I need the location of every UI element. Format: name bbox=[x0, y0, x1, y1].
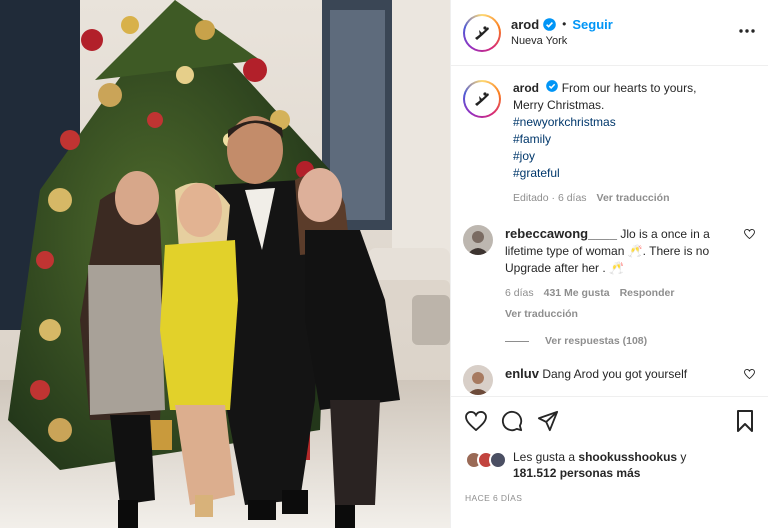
comment-icon[interactable] bbox=[501, 410, 523, 432]
liker-avatars bbox=[465, 451, 507, 469]
post-header: arod • Seguir Nueva York bbox=[451, 0, 768, 66]
comment-username[interactable]: rebeccawong____ bbox=[505, 226, 617, 241]
reply-button[interactable]: Responder bbox=[620, 285, 675, 302]
likes-summary[interactable]: Les gusta a shookusshookus y 181.512 per… bbox=[465, 449, 754, 481]
caption-text-line1: From our hearts to yours, bbox=[561, 81, 697, 95]
view-replies-button[interactable]: Ver respuestas (108) bbox=[505, 335, 756, 347]
verified-badge-icon bbox=[546, 80, 559, 92]
comment-like-heart-icon[interactable] bbox=[742, 225, 756, 323]
hashtag-link[interactable]: #newyorkchristmas bbox=[513, 114, 756, 131]
post-photo[interactable] bbox=[0, 0, 450, 528]
comment-like-count[interactable]: 431 Me gusta bbox=[544, 285, 610, 302]
author-username[interactable]: arod bbox=[511, 16, 539, 33]
commenter-avatar[interactable] bbox=[463, 225, 493, 255]
comment-item: enluv Dang Arod you got yourself bbox=[463, 365, 756, 395]
post-side-panel: arod • Seguir Nueva York arod From our h… bbox=[450, 0, 768, 528]
author-avatar[interactable] bbox=[463, 13, 501, 52]
separator-dot: • bbox=[562, 16, 567, 31]
family-christmas-photo bbox=[0, 0, 450, 528]
more-options-icon[interactable] bbox=[738, 18, 756, 47]
see-translation-link[interactable]: Ver traducción bbox=[505, 306, 578, 323]
comment-item: rebeccawong____ Jlo is a once in a lifet… bbox=[463, 225, 756, 323]
caption-username[interactable]: arod bbox=[513, 81, 539, 95]
comment-like-heart-icon[interactable] bbox=[742, 365, 756, 395]
bookmark-icon[interactable] bbox=[736, 410, 754, 432]
hashtag-link[interactable]: #family bbox=[513, 131, 756, 148]
commenter-avatar[interactable] bbox=[463, 365, 493, 395]
comment-username[interactable]: enluv bbox=[505, 366, 539, 381]
post-caption: arod From our hearts to yours, Merry Chr… bbox=[463, 80, 756, 207]
post-timestamp[interactable]: HACE 6 DÍAS bbox=[465, 493, 754, 503]
hashtag-link[interactable]: #grateful bbox=[513, 165, 756, 182]
liker-username[interactable]: shookusshookus bbox=[578, 450, 677, 464]
paper-plane-icon[interactable] bbox=[537, 410, 559, 432]
verified-badge-icon bbox=[543, 17, 556, 31]
see-translation-link[interactable]: Ver traducción bbox=[597, 190, 670, 207]
follow-button[interactable]: Seguir bbox=[572, 16, 612, 33]
comments-section[interactable]: arod From our hearts to yours, Merry Chr… bbox=[451, 66, 768, 396]
instagram-post-view: arod • Seguir Nueva York arod From our h… bbox=[0, 0, 768, 528]
arod-logo-icon bbox=[475, 92, 489, 106]
caption-text-line2: Merry Christmas. bbox=[513, 98, 605, 112]
caption-author-avatar[interactable] bbox=[463, 80, 501, 118]
view-replies-label: Ver respuestas (108) bbox=[545, 335, 648, 347]
liker-avatar bbox=[489, 451, 507, 469]
post-actions: Les gusta a shookusshookus y 181.512 per… bbox=[451, 396, 768, 503]
likes-connector: y bbox=[680, 450, 687, 464]
arod-logo-icon bbox=[475, 25, 489, 40]
comment-text: Dang Arod you got yourself bbox=[542, 367, 688, 381]
replies-divider bbox=[505, 340, 529, 342]
comment-time: 6 días bbox=[505, 287, 534, 299]
hashtag-link[interactable]: #joy bbox=[513, 148, 756, 165]
caption-edited-time: Editado · 6 días bbox=[513, 192, 587, 204]
heart-icon[interactable] bbox=[465, 411, 487, 431]
likes-prefix: Les gusta a bbox=[513, 450, 576, 464]
post-location[interactable]: Nueva York bbox=[511, 33, 738, 50]
likes-count[interactable]: 181.512 personas más bbox=[513, 466, 640, 480]
